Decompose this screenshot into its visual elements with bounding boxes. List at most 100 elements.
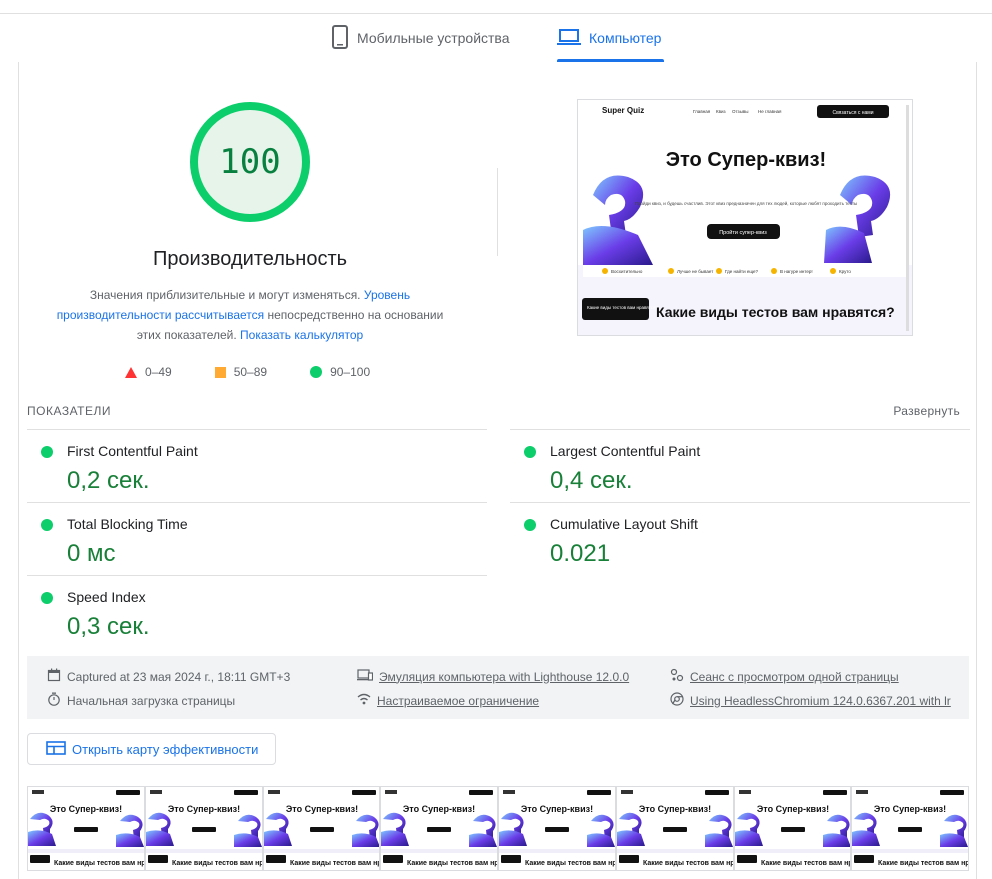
final-screenshot-image: Super Quiz Главная Квиз Отзывы Не главна… (578, 100, 912, 335)
pass-status-icon (41, 519, 53, 531)
captured-text: Captured at 23 мая 2024 г., 18:11 GMT+3 (67, 669, 291, 684)
metric-name: Cumulative Layout Shift (550, 516, 698, 532)
frame-heading2: Какие виды тестов вам нравятся? (878, 860, 969, 867)
frame-headline: Это Супер-квиз! (403, 804, 475, 814)
frame-heading2: Какие виды тестов вам нравятся? (172, 860, 263, 867)
metric-value: 0.021 (550, 540, 611, 567)
metric-tbt: Total Blocking Time 0 мс (27, 502, 487, 575)
pass-status-icon (41, 592, 53, 604)
average-square-icon (214, 366, 226, 378)
gauge-description: Значения приблизительные и могут изменят… (50, 285, 450, 345)
gauge-desc-text1: Значения приблизительные и могут изменят… (89, 288, 361, 302)
session-text: Сеанс с просмотром одной страницы (690, 669, 899, 684)
score-legend: 0–49 50–89 90–100 (125, 365, 407, 379)
pass-status-icon (524, 446, 536, 458)
frame-headline: Это Супер-квиз! (639, 804, 711, 814)
vertical-divider (497, 168, 498, 256)
metric-name: Total Blocking Time (67, 516, 188, 532)
shot-nav-4: Не главная (758, 109, 782, 114)
device-tabs: Мобильные устройства Компьютер (0, 14, 992, 62)
frame-heading2: Какие виды тестов вам нравятся? (54, 860, 145, 867)
open-treemap-button[interactable]: Открыть карту эффективности (27, 733, 276, 765)
wifi-icon (357, 692, 371, 709)
chrome-icon (670, 692, 684, 709)
frame-headline: Это Супер-квиз! (756, 804, 828, 814)
frame-heading2: Какие виды тестов вам нравятся? (407, 860, 498, 867)
shot-logo: Super Quiz (602, 106, 644, 115)
emulation-text: Эмуляция компьютера with Lighthouse 12.0… (379, 669, 630, 684)
frame-headline: Это Супер-квиз! (874, 804, 946, 814)
legend-pass-label: 90–100 (330, 365, 371, 379)
metric-fcp: First Contentful Paint 0,2 сек. (27, 429, 487, 502)
filmstrip-frame[interactable]: Это Супер-квиз! Какие виды тестов вам нра… (498, 786, 616, 871)
expand-toggle[interactable]: Развернуть (893, 404, 960, 418)
load-info: Начальная загрузка страницы (47, 692, 235, 709)
frame-headline: Это Супер-квиз! (521, 804, 593, 814)
pass-status-icon (524, 519, 536, 531)
legend-average-label: 50–89 (233, 365, 268, 379)
shot-reaction-3: Где найти еще? (725, 268, 758, 274)
calculator-link[interactable]: Показать калькулятор (240, 328, 363, 342)
shot-reaction-4: В нагуре интер! (780, 269, 813, 274)
tab-desktop-label: Компьютер (589, 30, 662, 46)
load-text: Начальная загрузка страницы (67, 693, 236, 708)
filmstrip-frame[interactable]: Это Супер-квиз! Какие виды тестов вам нра… (27, 786, 145, 871)
timer-icon (47, 692, 61, 709)
shot-text: Пройди квиз, и будешь счастлив. Этот кви… (635, 200, 858, 206)
shot-nav-1: Главная (693, 109, 711, 114)
legend-pass: 90–100 (310, 365, 370, 379)
metric-value: 0,3 сек. (67, 613, 150, 640)
session-info[interactable]: Сеанс с просмотром одной страницы (670, 668, 899, 685)
filmstrip-frame[interactable]: Это Супер-квиз! Какие виды тестов вам нра… (615, 786, 734, 871)
performance-score: 100 (219, 142, 281, 182)
metric-name: Largest Contentful Paint (550, 443, 701, 459)
legend-fail: 0–49 (125, 365, 172, 379)
performance-gauge[interactable]: 100 (190, 102, 310, 222)
shot-headline: Это Супер-квиз! (666, 149, 826, 171)
filmstrip-frame[interactable]: Это Супер-квиз! Какие виды тестов вам нра… (262, 786, 381, 871)
filmstrip: Это Супер-квиз! Какие виды тестов вам нра… (27, 786, 969, 871)
emulation-info[interactable]: Эмуляция компьютера with Lighthouse 12.0… (357, 668, 629, 685)
shot-reaction-1: Восхитительно (611, 269, 643, 274)
legend-average: 50–89 (214, 365, 268, 379)
metric-lcp: Largest Contentful Paint 0,4 сек. (510, 429, 970, 502)
browser-info[interactable]: Using HeadlessChromium 124.0.6367.201 wi… (670, 692, 951, 709)
metric-si: Speed Index 0,3 сек. (27, 575, 487, 648)
shot-reaction-5: Круто (839, 269, 851, 274)
shot-nav-3: Отзывы (732, 109, 748, 114)
shot-cta: Связаться с нами (832, 110, 873, 116)
metric-cls: Cumulative Layout Shift 0.021 (510, 502, 970, 575)
laptop-icon (557, 28, 581, 49)
shot-button: Пройти супер-квиз (719, 229, 767, 236)
metrics-section-label: ПОКАЗАТЕЛИ (27, 404, 111, 418)
calendar-icon (47, 668, 61, 685)
session-icon (670, 668, 684, 685)
frame-heading2: Какие виды тестов вам нравятся? (761, 860, 852, 867)
tab-mobile-label: Мобильные устройства (357, 30, 510, 46)
throttling-text: Настраиваемое ограничение (377, 693, 540, 708)
final-screenshot[interactable]: Super Quiz Главная Квиз Отзывы Не главна… (577, 99, 913, 336)
shot-card-label: Какие виды тестов вам нравятся? (587, 305, 658, 310)
metric-value: 0,2 сек. (67, 467, 150, 494)
metric-value: 0 мс (67, 540, 116, 567)
metric-name: Speed Index (67, 589, 146, 605)
throttling-info[interactable]: Настраиваемое ограничение (357, 692, 539, 709)
metric-name: First Contentful Paint (67, 443, 198, 459)
fail-triangle-icon (125, 366, 137, 378)
gauge-title: Производительность (152, 248, 348, 270)
tab-mobile[interactable]: Мобильные устройства (331, 14, 510, 62)
metric-value: 0,4 сек. (550, 467, 633, 494)
devices-icon (357, 668, 374, 685)
frame-heading2: Какие виды тестов вам нравятся? (290, 860, 381, 867)
filmstrip-frame[interactable]: Это Супер-квиз! Какие виды тестов вам нра… (380, 786, 498, 871)
filmstrip-frame[interactable]: Это Супер-квиз! Какие виды тестов вам нра… (733, 786, 852, 871)
shot-heading2: Какие виды тестов вам нравятся? (656, 304, 895, 320)
browser-text: Using HeadlessChromium 124.0.6367.201 wi… (690, 693, 951, 708)
shot-reaction-2: Лучше не бывает (677, 269, 713, 274)
tab-desktop[interactable]: Компьютер (557, 14, 665, 62)
treemap-icon (46, 740, 66, 758)
frame-headline: Это Супер-квиз! (168, 804, 240, 814)
filmstrip-frame[interactable]: Это Супер-квиз! Какие виды тестов вам нра… (851, 786, 969, 871)
smartphone-icon (331, 24, 349, 52)
filmstrip-frame[interactable]: Это Супер-квиз! Какие виды тестов вам нра… (144, 786, 263, 871)
